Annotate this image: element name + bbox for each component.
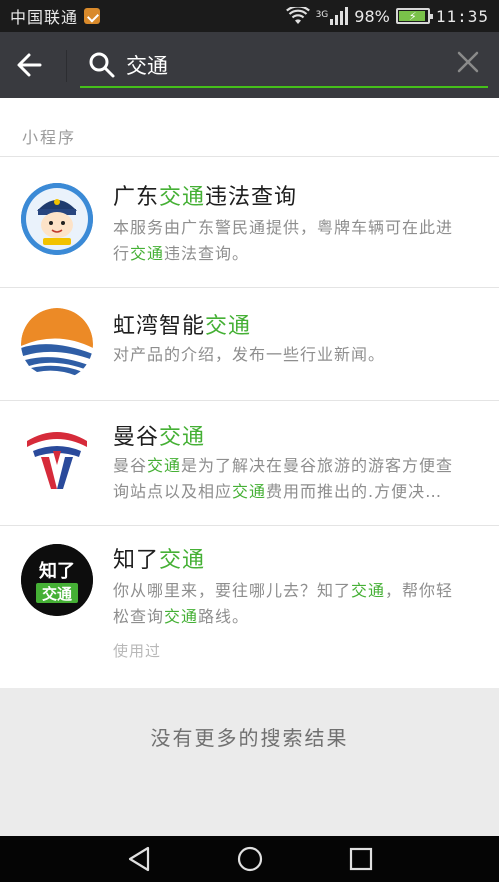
desc-highlight: 交通 [130,244,165,263]
circle-home-icon [237,846,263,872]
battery-icon: ⚡ [395,8,433,24]
back-button[interactable] [14,48,54,82]
used-badge: 使用过 [113,642,162,660]
result-title: 虹湾智能交通 [113,308,251,340]
title-highlight: 交通 [159,185,206,210]
logo-text-bottom: 交通 [42,585,72,603]
desc-line: 松查询交通路线。 [113,604,483,630]
desc-highlight: 交通 [147,456,182,475]
result-description: 你从哪里来，要往哪儿去？知了交通，帮你轻 松查询交通路线。 [113,578,483,630]
triangle-back-icon [128,846,150,872]
title-part: 广东 [113,185,160,210]
result-description: 对产品的介绍，发布一些行业新闻。 [113,342,483,368]
result-title: 广东交通违法查询 [113,179,297,211]
desc-part: 路线。 [198,607,250,626]
desc-part: 本服务由广东警民通提供，粤牌车辆可在此进 [113,218,454,237]
desc-line: 本服务由广东警民通提供，粤牌车辆可在此进 [113,215,483,241]
result-item-zhiliao[interactable]: 知了 交通 知了交通 你从哪里来，要往哪儿去？知了交通，帮你轻 松查询交通路线。… [0,526,499,686]
back-arrow-icon [17,53,42,77]
status-indicators: 3G 98% ⚡ 11:35 [285,6,489,26]
result-item-bangkok[interactable]: 曼谷交通 曼谷交通是为了解决在曼谷旅游的游客方便查 询站点以及相应交通费用而推出… [0,401,499,525]
desc-part: 行 [113,244,131,263]
desc-part: 费用而推出的.方便决… [266,482,443,501]
wifi-icon [285,7,310,25]
title-part: 违法查询 [205,185,298,210]
result-description: 曼谷交通是为了解决在曼谷旅游的游客方便查 询站点以及相应交通费用而推出的.方便决… [113,453,483,505]
network-type: 3G [315,9,329,20]
desc-part: 违法查询。 [164,244,250,263]
square-recents-icon [349,847,373,871]
desc-part: 曼谷 [113,456,148,475]
desc-part: ，帮你轻 [385,581,454,600]
navigation-bar [0,836,499,882]
desc-line: 你从哪里来，要往哪儿去？知了交通，帮你轻 [113,578,483,604]
title-part: 曼谷 [113,425,160,450]
status-bar: 中国联通 3G 98% ⚡ 11:35 [0,0,499,32]
results-panel: 小程序 广东交通违法查询 本服务由广东警民通提供，粤牌车辆可在此进 行交通违法查… [0,98,499,688]
header-divider [66,50,67,82]
result-title: 曼谷交通 [113,419,205,451]
desc-part: 松查询 [113,607,165,626]
desc-line: 询站点以及相应交通费用而推出的.方便决… [113,479,483,505]
no-more-results-text: 没有更多的搜索结果 [150,726,349,750]
desc-part: 你从哪里来，要往哪儿去？知了 [113,581,352,600]
section-label: 小程序 [22,128,77,147]
nav-recents-button[interactable] [341,844,381,874]
nav-back-button[interactable] [120,844,160,874]
search-header [0,32,499,98]
police-cartoon-icon [21,183,93,255]
search-icon [88,51,116,83]
notification-icon [84,8,101,24]
title-part: 虹湾智能 [113,314,206,339]
zhiliao-logo-icon: 知了 交通 [21,544,93,616]
clock: 11:35 [435,6,489,26]
desc-highlight: 交通 [164,607,199,626]
wave-logo-icon [21,308,93,380]
result-description: 本服务由广东警民通提供，粤牌车辆可在此进 行交通违法查询。 [113,215,483,267]
desc-highlight: 交通 [351,581,386,600]
title-highlight: 交通 [205,314,252,339]
metro-logo-icon [21,423,93,495]
desc-part: 对产品的介绍，发布一些行业新闻。 [113,345,386,364]
result-item-guangdong[interactable]: 广东交通违法查询 本服务由广东警民通提供，粤牌车辆可在此进 行交通违法查询。 [0,157,499,287]
title-highlight: 交通 [159,548,206,573]
nav-home-button[interactable] [230,844,270,874]
clear-icon[interactable] [456,50,480,78]
desc-line: 曼谷交通是为了解决在曼谷旅游的游客方便查 [113,453,483,479]
result-title: 知了交通 [113,542,205,574]
desc-highlight: 交通 [232,482,267,501]
desc-part: 询站点以及相应 [113,482,233,501]
search-input[interactable] [126,48,426,82]
battery-percent: 98% [354,6,390,26]
search-field[interactable] [80,40,488,88]
desc-line: 对产品的介绍，发布一些行业新闻。 [113,342,483,368]
desc-part: 是为了解决在曼谷旅游的游客方便查 [181,456,454,475]
logo-text-top: 知了 [39,560,75,582]
signal-icon [330,7,349,25]
title-highlight: 交通 [159,425,206,450]
title-part: 知了 [113,548,160,573]
result-item-hongwan[interactable]: 虹湾智能交通 对产品的介绍，发布一些行业新闻。 [0,288,499,400]
desc-line: 行交通违法查询。 [113,241,483,267]
carrier-name: 中国联通 [10,8,79,27]
